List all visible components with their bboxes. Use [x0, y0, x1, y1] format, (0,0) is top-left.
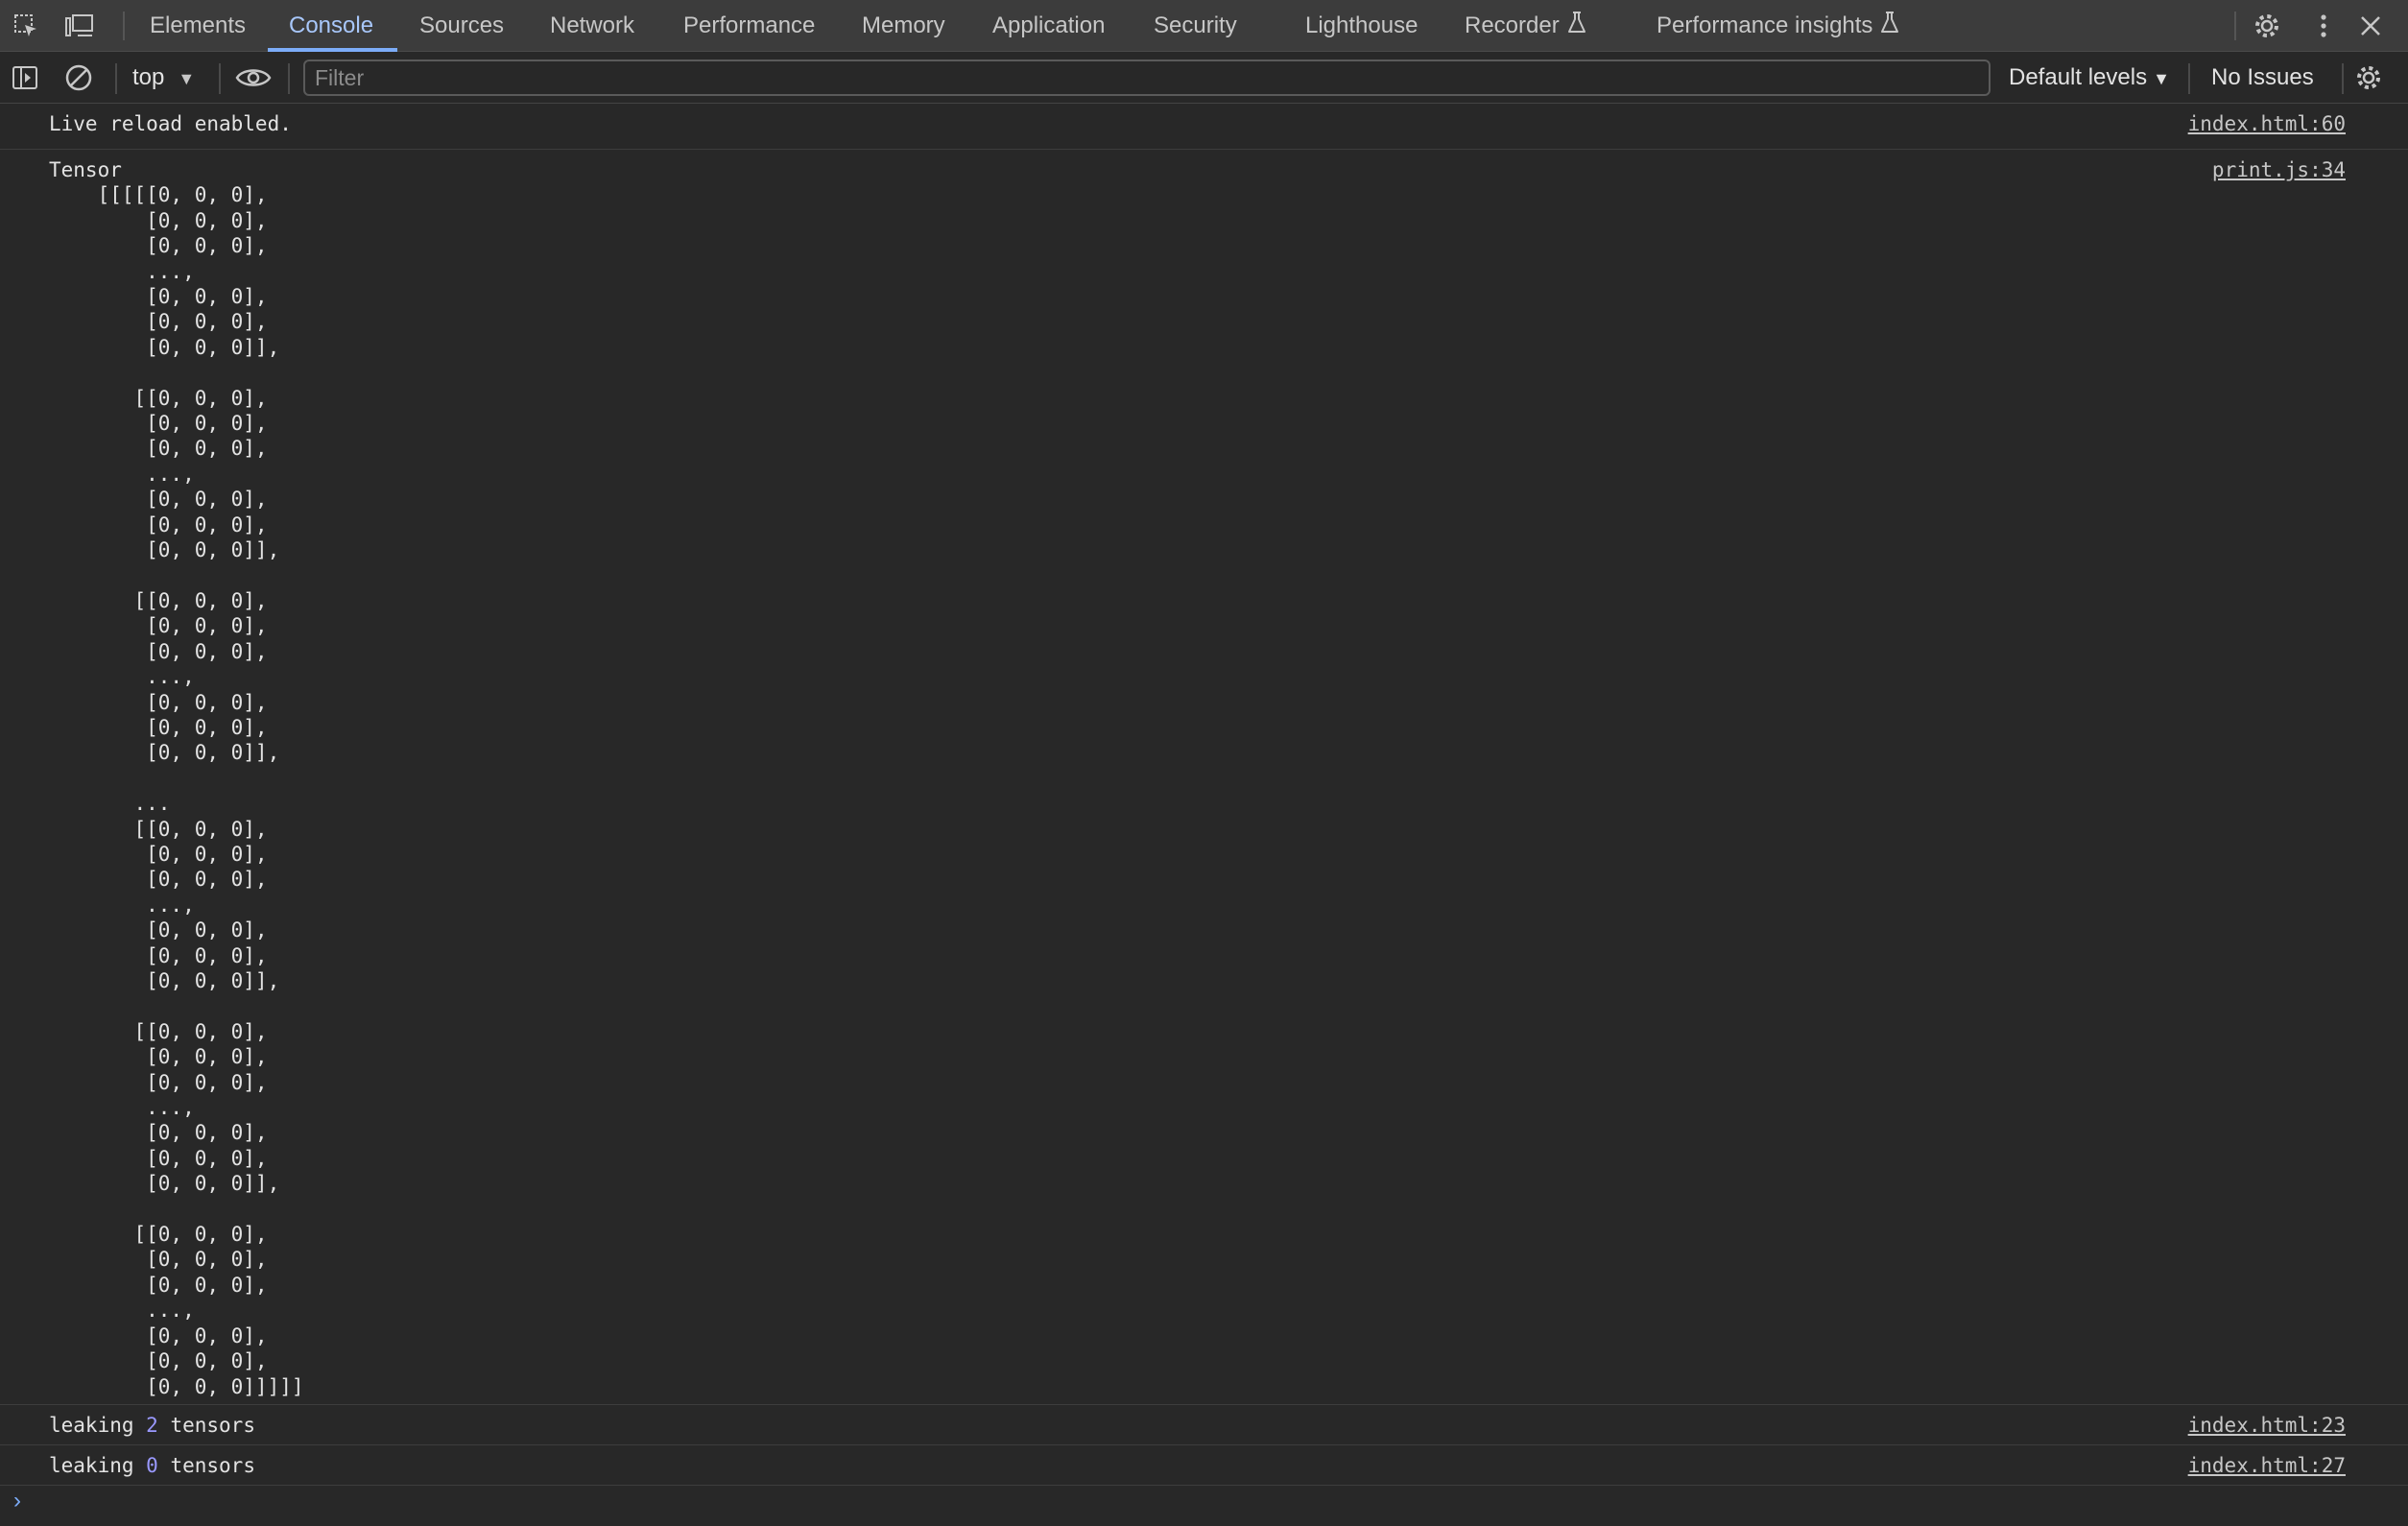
- inspect-element-icon[interactable]: [12, 12, 40, 40]
- console-settings-gear-icon[interactable]: [2353, 62, 2384, 93]
- console-message: Live reload enabled. index.html:60: [0, 104, 2408, 150]
- device-toolbar-icon[interactable]: [63, 12, 96, 40]
- console-messages: Live reload enabled. index.html:60 Tenso…: [0, 104, 2408, 1526]
- live-expression-eye-icon[interactable]: [234, 62, 273, 93]
- message-text-suffix: tensors: [157, 1454, 255, 1477]
- toolbar-divider: [219, 63, 221, 94]
- tab-security[interactable]: Security: [1154, 0, 1237, 52]
- more-options-icon[interactable]: [2309, 11, 2338, 41]
- context-selector[interactable]: top ▼: [132, 52, 195, 104]
- show-sidebar-icon[interactable]: [10, 62, 40, 93]
- source-link[interactable]: print.js:34: [2212, 157, 2346, 182]
- tensor-output: Tensor [[[[[0, 0, 0], [0, 0, 0], [0, 0, …: [49, 158, 304, 1398]
- settings-gear-icon[interactable]: [2252, 11, 2282, 41]
- source-link[interactable]: index.html:23: [2188, 1413, 2346, 1438]
- message-text-suffix: tensors: [157, 1414, 255, 1437]
- source-link[interactable]: index.html:60: [2188, 111, 2346, 136]
- tab-elements[interactable]: Elements: [150, 0, 246, 52]
- toolbar-divider: [2188, 63, 2190, 94]
- message-text: leaking 2 tensors: [49, 1413, 2408, 1438]
- log-levels-dropdown[interactable]: Default levels ▼: [2009, 52, 2170, 104]
- chevron-down-icon: ▼: [178, 69, 196, 88]
- message-text: Live reload enabled.: [49, 112, 292, 135]
- tensor-count: 0: [146, 1454, 158, 1477]
- tab-sources[interactable]: Sources: [419, 0, 504, 52]
- issues-counter[interactable]: No Issues: [2211, 52, 2314, 104]
- clear-console-icon[interactable]: [63, 62, 94, 93]
- toolbar-divider: [115, 63, 117, 94]
- message-text: leaking 0 tensors: [49, 1453, 2408, 1478]
- tab-divider: [123, 12, 125, 40]
- tab-performance-insights-label: Performance insights: [1657, 12, 1873, 38]
- toolbar-divider: [288, 63, 290, 94]
- message-text-prefix: leaking: [49, 1414, 147, 1437]
- experiment-flask-icon: [1567, 1, 1586, 53]
- tab-memory[interactable]: Memory: [862, 0, 945, 52]
- experiment-flask-icon: [1880, 1, 1899, 53]
- tab-network[interactable]: Network: [550, 0, 634, 52]
- tab-performance-insights[interactable]: Performance insights: [1657, 0, 1899, 52]
- tab-recorder[interactable]: Recorder: [1465, 0, 1586, 52]
- console-message: leaking 2 tensors index.html:23: [0, 1405, 2408, 1445]
- tab-performance[interactable]: Performance: [683, 0, 815, 52]
- console-message: leaking 0 tensors index.html:27: [0, 1445, 2408, 1486]
- tab-console[interactable]: Console: [289, 0, 373, 52]
- devtools-tab-bar: Elements Console Sources Network Perform…: [0, 0, 2408, 52]
- source-link[interactable]: index.html:27: [2188, 1453, 2346, 1478]
- tab-recorder-label: Recorder: [1465, 12, 1560, 38]
- filter-input[interactable]: [303, 60, 1991, 96]
- console-message: Tensor [[[[[0, 0, 0], [0, 0, 0], [0, 0, …: [0, 150, 2408, 1405]
- context-selector-value: top: [132, 64, 165, 90]
- close-icon[interactable]: [2355, 11, 2386, 41]
- toolbar-divider: [2342, 63, 2344, 94]
- console-toolbar: top ▼ Default levels ▼ No Issues: [0, 52, 2408, 104]
- tensor-count: 2: [146, 1414, 158, 1437]
- console-prompt-icon[interactable]: ›: [13, 1488, 21, 1514]
- message-text-prefix: leaking: [49, 1454, 147, 1477]
- tab-application[interactable]: Application: [992, 0, 1105, 52]
- tab-lighthouse[interactable]: Lighthouse: [1305, 0, 1418, 52]
- log-levels-label: Default levels: [2009, 64, 2148, 90]
- tab-divider: [2234, 12, 2236, 40]
- chevron-down-icon: ▼: [2153, 69, 2170, 88]
